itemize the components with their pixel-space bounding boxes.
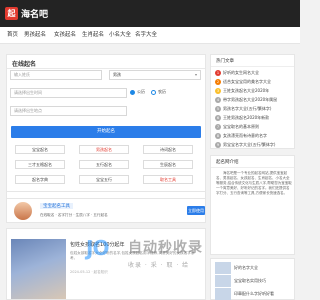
- naming-form-panel: 在线起名 输入姓氏 男孩 请选择出生时间 请选择出生地点 开始起名: [6, 54, 206, 220]
- hot-articles-heading: 热门文章: [216, 59, 234, 64]
- nav-item-nickname[interactable]: 小名大全: [109, 27, 131, 44]
- rank-number: 1: [215, 70, 221, 76]
- rank-number: 6: [215, 115, 221, 121]
- divider: [7, 68, 205, 69]
- solar-radio[interactable]: [130, 89, 135, 95]
- logo-icon: 起: [5, 7, 18, 20]
- grid-baby-wuxing[interactable]: 宝宝五行: [79, 175, 129, 184]
- grid-poem-naming[interactable]: 诗词起名: [143, 145, 193, 154]
- rank-number: 4: [215, 97, 221, 103]
- lunar-radio[interactable]: [151, 89, 156, 95]
- spacer: [0, 44, 300, 54]
- nav-item-girl[interactable]: 女孩起名: [54, 27, 76, 44]
- rank-text: 女孩漂亮而有诗意的名字: [223, 133, 267, 138]
- rank-item[interactable]: 9 男宝宝名字大全(五行/繁体字): [215, 141, 275, 149]
- site-intro-text: 海名吧是一个专业的起名网站,提供宝宝起名、男孩起名、女孩起名、生肖起名、小名大全…: [216, 171, 292, 195]
- rank-text: 宝宝取名的基本原则: [223, 124, 259, 129]
- form-title: 在线起名: [12, 61, 37, 68]
- rank-number: 2: [215, 79, 221, 85]
- rank-text: 带字男孩起名大全2020年属鼠: [223, 97, 278, 102]
- related-thumbnail[interactable]: [215, 275, 231, 287]
- article-thumbnail[interactable]: [11, 239, 66, 299]
- rank-item[interactable]: 1 好听的女生网名大全: [215, 69, 259, 77]
- category-grid: 宝宝起名 男孩起名 诗词起名 三才五格起名 五行起名 生辰起名 起名字典 宝宝五…: [6, 142, 206, 192]
- rank-text: 好听的女生网名大全: [223, 70, 259, 75]
- rank-number: 9: [215, 142, 221, 148]
- watermark-text: 自动秒收录: [128, 240, 203, 256]
- main-nav: 首页 男孩起名 女孩起名 生肖起名 小名大全 名字大全: [0, 27, 300, 44]
- rank-item[interactable]: 2 适合女宝宝用的美名字大全: [215, 78, 271, 86]
- logo-text: 海名吧: [21, 10, 49, 20]
- lunar-radio-label: 农历: [158, 89, 166, 94]
- surname-input[interactable]: 输入姓氏: [10, 70, 102, 80]
- grid-dictionary[interactable]: 起名字典: [15, 175, 65, 184]
- nav-item-home[interactable]: 首页: [7, 27, 18, 44]
- rank-text: 适合女宝宝用的美名字大全: [223, 79, 271, 84]
- watermark-overlay: JO 自动秒收录 收录 · 采 · 取 · 给: [86, 236, 271, 276]
- avatar: [14, 202, 32, 220]
- birthdate-input[interactable]: 请选择出生时间: [10, 88, 127, 98]
- watermark-subtext: 收录 · 采 · 取 · 给: [128, 262, 190, 269]
- divider: [211, 167, 294, 168]
- promo-title-wrap: 宝宝起名工具: [40, 203, 73, 209]
- rank-item[interactable]: 5 男孩名字大全(五行/繁体字): [215, 105, 271, 113]
- nav-item-boy[interactable]: 男孩起名: [24, 27, 46, 44]
- gender-select[interactable]: 男孩: [109, 70, 201, 80]
- grid-naming-tool[interactable]: 取名工具: [143, 175, 193, 184]
- start-naming-button[interactable]: 开始起名: [11, 126, 201, 138]
- promo-title: 宝宝起名工具: [40, 203, 73, 209]
- rank-item[interactable]: 3 王姓女孩起名大全2020年: [215, 87, 269, 95]
- hot-articles-panel: 热门文章 1 好听的女生网名大全 2 适合女宝宝用的美名字大全 3 王姓女孩起名大全2…: [210, 54, 295, 149]
- rank-item[interactable]: 8 女孩漂亮而有诗意的名字: [215, 132, 267, 140]
- grid-baby-naming[interactable]: 宝宝起名: [15, 145, 65, 154]
- related-thumbnail[interactable]: [215, 288, 231, 300]
- birthplace-input[interactable]: 请选择出生地点: [10, 106, 127, 116]
- grid-sancai-naming[interactable]: 三才五格起名: [15, 160, 65, 169]
- nav-item-zodiac[interactable]: 生肖起名: [82, 27, 104, 44]
- rank-number: 8: [215, 133, 221, 139]
- promo-use-button[interactable]: 立即使用: [187, 206, 205, 215]
- grid-boy-naming[interactable]: 男孩起名: [79, 145, 129, 154]
- rank-text: 王姓女孩起名大全2020年: [223, 88, 270, 93]
- rank-text: 王姓男孩起名2020年新款: [223, 115, 270, 120]
- rank-text: 男宝宝名字大全(五行/繁体字): [223, 142, 276, 147]
- solar-radio-label: 公历: [137, 89, 145, 94]
- related-link[interactable]: 宝宝取名实用技巧: [234, 278, 266, 284]
- promo-subtitle: 在线取名 · 名字打分 · 生辰八字 · 五行起名: [40, 213, 108, 217]
- nav-item-names[interactable]: 名字大全: [135, 27, 157, 44]
- rank-number: 7: [215, 124, 221, 130]
- calendar-radio-group: 公历 农历: [130, 88, 172, 96]
- rank-number: 3: [215, 88, 221, 94]
- rank-text: 男孩名字大全(五行/繁体字): [223, 106, 272, 111]
- promo-banner: 宝宝起名工具 在线取名 · 名字打分 · 生辰八字 · 五行起名 立即使用: [6, 198, 206, 223]
- divider: [211, 66, 294, 67]
- rank-item[interactable]: 7 宝宝取名的基本原则: [215, 123, 259, 131]
- grid-wuxing-naming[interactable]: 五行起名: [79, 160, 129, 169]
- site-logo[interactable]: 起 海名吧: [5, 5, 48, 22]
- rank-item[interactable]: 6 王姓男孩起名2020年新款: [215, 114, 269, 122]
- top-bar: 起 海名吧: [0, 0, 300, 27]
- site-intro-heading: 起名网介绍: [216, 160, 239, 165]
- watermark-logo: JO: [86, 236, 109, 260]
- grid-birth-naming[interactable]: 生辰起名: [143, 160, 193, 169]
- related-link[interactable]: 印章配什么字好听好看: [234, 291, 274, 297]
- rank-number: 5: [215, 106, 221, 112]
- rank-item[interactable]: 4 带字男孩起名大全2020年属鼠: [215, 96, 277, 104]
